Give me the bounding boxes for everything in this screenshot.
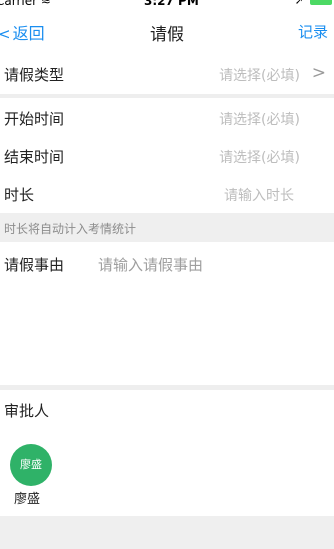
start-time-label: 开始时间 bbox=[4, 110, 65, 128]
start-time-row[interactable]: 开始时间 请选择(必填) bbox=[0, 98, 334, 139]
end-time-row[interactable]: 结束时间 请选择(必填) bbox=[0, 136, 334, 177]
bottom-area bbox=[0, 516, 334, 549]
leave-type-label: 请假类型 bbox=[4, 66, 65, 84]
carrier-label: Carrier ≈ bbox=[0, 0, 51, 8]
end-time-value: 请选择(必填) bbox=[219, 150, 300, 166]
approver-section: 审批人 廖盛 廖盛 bbox=[0, 390, 334, 516]
duration-label: 时长 bbox=[4, 186, 35, 204]
leave-type-value: 请选择(必填) bbox=[219, 68, 300, 84]
records-button[interactable]: 记录 bbox=[298, 21, 328, 42]
approver-name: 廖盛 bbox=[14, 492, 41, 507]
reason-input[interactable]: 请输入请假事由 bbox=[98, 254, 328, 374]
navigation-bar: < 返回 请假 记录 bbox=[0, 10, 334, 55]
page-title: 请假 bbox=[150, 25, 184, 45]
status-time: 3:27 PM bbox=[144, 0, 199, 8]
duration-hint: 时长将自动计入考情统计 bbox=[0, 213, 334, 242]
leave-type-row[interactable]: 请假类型 请选择(必填) > bbox=[0, 54, 334, 95]
duration-hint-text: 时长将自动计入考情统计 bbox=[4, 222, 137, 236]
location-arrow-icon: ➚ bbox=[294, 0, 304, 7]
approver-title: 审批人 bbox=[4, 402, 50, 420]
reason-label: 请假事由 bbox=[4, 256, 65, 274]
approver-avatar[interactable]: 廖盛 bbox=[10, 444, 52, 486]
duration-input[interactable]: 请输入时长 bbox=[224, 185, 294, 205]
duration-row[interactable]: 时长 请输入时长 bbox=[0, 174, 334, 214]
end-time-label: 结束时间 bbox=[4, 148, 65, 166]
chevron-right-icon: > bbox=[311, 63, 326, 83]
battery-icon bbox=[310, 0, 332, 5]
reason-section: 请假事由 请输入请假事由 bbox=[0, 242, 334, 385]
start-time-value: 请选择(必填) bbox=[219, 112, 300, 128]
